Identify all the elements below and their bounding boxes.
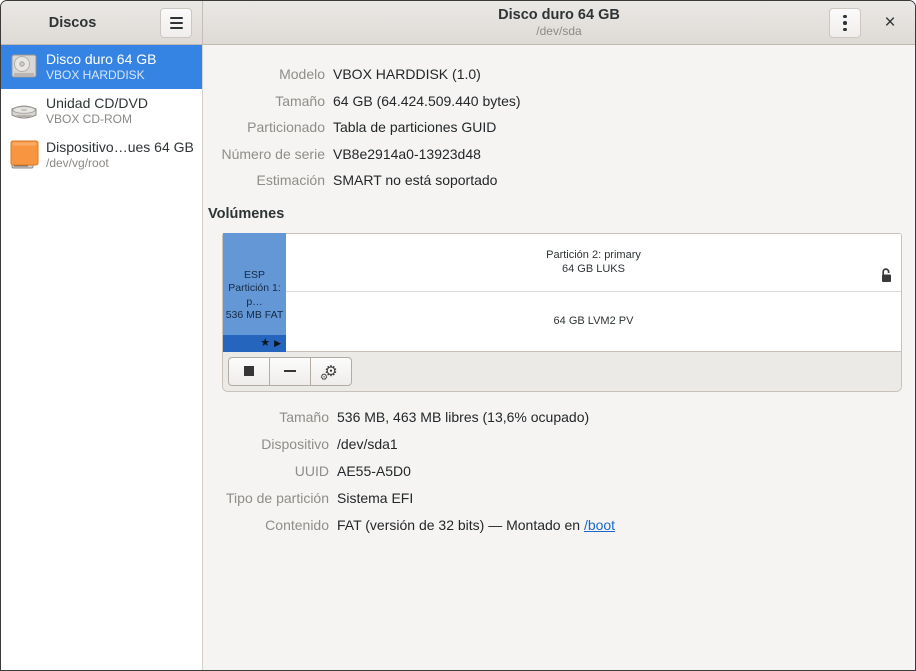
- field-value: VBOX HARDDISK (1.0): [333, 61, 915, 88]
- field-label: Contenido: [203, 512, 329, 539]
- close-button[interactable]: ×: [875, 8, 905, 38]
- stop-icon: [244, 366, 254, 376]
- field-value: 536 MB, 463 MB libres (13,6% ocupado): [337, 404, 915, 431]
- unmount-button[interactable]: [228, 357, 270, 386]
- sidebar-item-subtitle: /dev/vg/root: [46, 156, 194, 170]
- esp-flags-strip: ★ ▶: [223, 335, 286, 352]
- partition-options-button[interactable]: ⚙ ⚙: [310, 357, 352, 386]
- boot-mount-link[interactable]: /boot: [584, 517, 615, 533]
- window-body: Disco duro 64 GB VBOX HARDDISK Unidad CD…: [1, 45, 915, 670]
- field-label: Tamaño: [203, 88, 325, 115]
- field-label: Estimación: [203, 167, 325, 194]
- delete-partition-button[interactable]: [269, 357, 311, 386]
- volume-diagram: ESP Partición 1: p… 536 MB FAT ★ ▶ Parti…: [223, 234, 901, 351]
- drive-details-panel: Modelo VBOX HARDDISK (1.0) Tamaño 64 GB …: [203, 45, 915, 670]
- luks-line1: Partición 2: primary: [546, 248, 641, 262]
- esp-line1: ESP: [244, 269, 265, 283]
- drive-subtitle: /dev/sda: [498, 24, 620, 39]
- star-icon: ★: [260, 338, 270, 349]
- gnome-disks-window: Discos Disco duro 64 GB /dev/sda ×: [0, 0, 916, 671]
- field-label: Modelo: [203, 61, 325, 88]
- sidebar-item-subtitle: VBOX CD-ROM: [46, 112, 148, 126]
- drive-menu-button[interactable]: [829, 8, 861, 38]
- drive-info-grid: Modelo VBOX HARDDISK (1.0) Tamaño 64 GB …: [203, 61, 915, 194]
- block-device-icon: [7, 139, 41, 171]
- field-value: SMART no está soportado: [333, 167, 915, 194]
- field-value: VB8e2914a0-13923d48: [333, 141, 915, 168]
- field-value: AE55-A5D0: [337, 458, 915, 485]
- volume-esp-partition[interactable]: ESP Partición 1: p… 536 MB FAT ★ ▶: [223, 233, 286, 352]
- luks-line2: 64 GB LUKS: [562, 262, 625, 276]
- sidebar-item-title: Unidad CD/DVD: [46, 95, 148, 112]
- sidebar-item-block-device[interactable]: Dispositivo…ues 64 GB /dev/vg/root: [1, 133, 202, 177]
- app-title: Discos: [49, 15, 97, 31]
- main-header: Disco duro 64 GB /dev/sda ×: [203, 1, 915, 44]
- disk-list-sidebar: Disco duro 64 GB VBOX HARDDISK Unidad CD…: [1, 45, 203, 670]
- field-label: Número de serie: [203, 141, 325, 168]
- field-value-contenido: FAT (versión de 32 bits) — Montado en /b…: [337, 512, 915, 539]
- volume-lvm-pv[interactable]: 64 GB LVM2 PV: [286, 292, 901, 351]
- esp-line3: 536 MB FAT: [226, 309, 284, 323]
- sidebar-item-disco-duro[interactable]: Disco duro 64 GB VBOX HARDDISK: [1, 45, 202, 89]
- esp-line2: Partición 1: p…: [223, 282, 286, 309]
- sidebar-item-title: Dispositivo…ues 64 GB: [46, 139, 194, 156]
- optical-drive-icon: [7, 95, 41, 127]
- sidebar-item-subtitle: VBOX HARDDISK: [46, 68, 157, 82]
- drive-title: Disco duro 64 GB: [498, 6, 620, 24]
- field-value: /dev/sda1: [337, 431, 915, 458]
- drive-title-block: Disco duro 64 GB /dev/sda: [498, 6, 620, 39]
- field-value: Sistema EFI: [337, 485, 915, 512]
- volumes-widget: ESP Partición 1: p… 536 MB FAT ★ ▶ Parti…: [222, 233, 902, 392]
- volumes-heading: Volúmenes: [208, 206, 915, 222]
- minus-icon: [284, 370, 296, 373]
- unlocked-padlock-icon: [880, 268, 892, 287]
- field-value: Tabla de particiones GUID: [333, 114, 915, 141]
- sidebar-item-cd-dvd[interactable]: Unidad CD/DVD VBOX CD-ROM: [1, 89, 202, 133]
- harddisk-icon: [7, 51, 41, 83]
- partition-info-grid: Tamaño 536 MB, 463 MB libres (13,6% ocup…: [203, 404, 915, 539]
- play-icon: ▶: [274, 339, 281, 348]
- lvm-line1: 64 GB LVM2 PV: [554, 315, 634, 327]
- header-bar: Discos Disco duro 64 GB /dev/sda ×: [1, 1, 915, 45]
- app-menu-button[interactable]: [160, 8, 192, 38]
- field-label: UUID: [203, 458, 329, 485]
- field-value: 64 GB (64.424.509.440 bytes): [333, 88, 915, 115]
- kebab-icon: [843, 15, 847, 19]
- close-icon: ×: [884, 12, 895, 34]
- volume-toolbar: ⚙ ⚙: [223, 351, 901, 391]
- field-label: Tipo de partición: [203, 485, 329, 512]
- sidebar-header: Discos: [1, 1, 203, 44]
- field-label: Tamaño: [203, 404, 329, 431]
- volume-luks-partition[interactable]: Partición 2: primary 64 GB LUKS: [286, 234, 901, 292]
- field-label: Particionado: [203, 114, 325, 141]
- sidebar-item-title: Disco duro 64 GB: [46, 51, 157, 68]
- hamburger-icon: [170, 17, 183, 19]
- field-label: Dispositivo: [203, 431, 329, 458]
